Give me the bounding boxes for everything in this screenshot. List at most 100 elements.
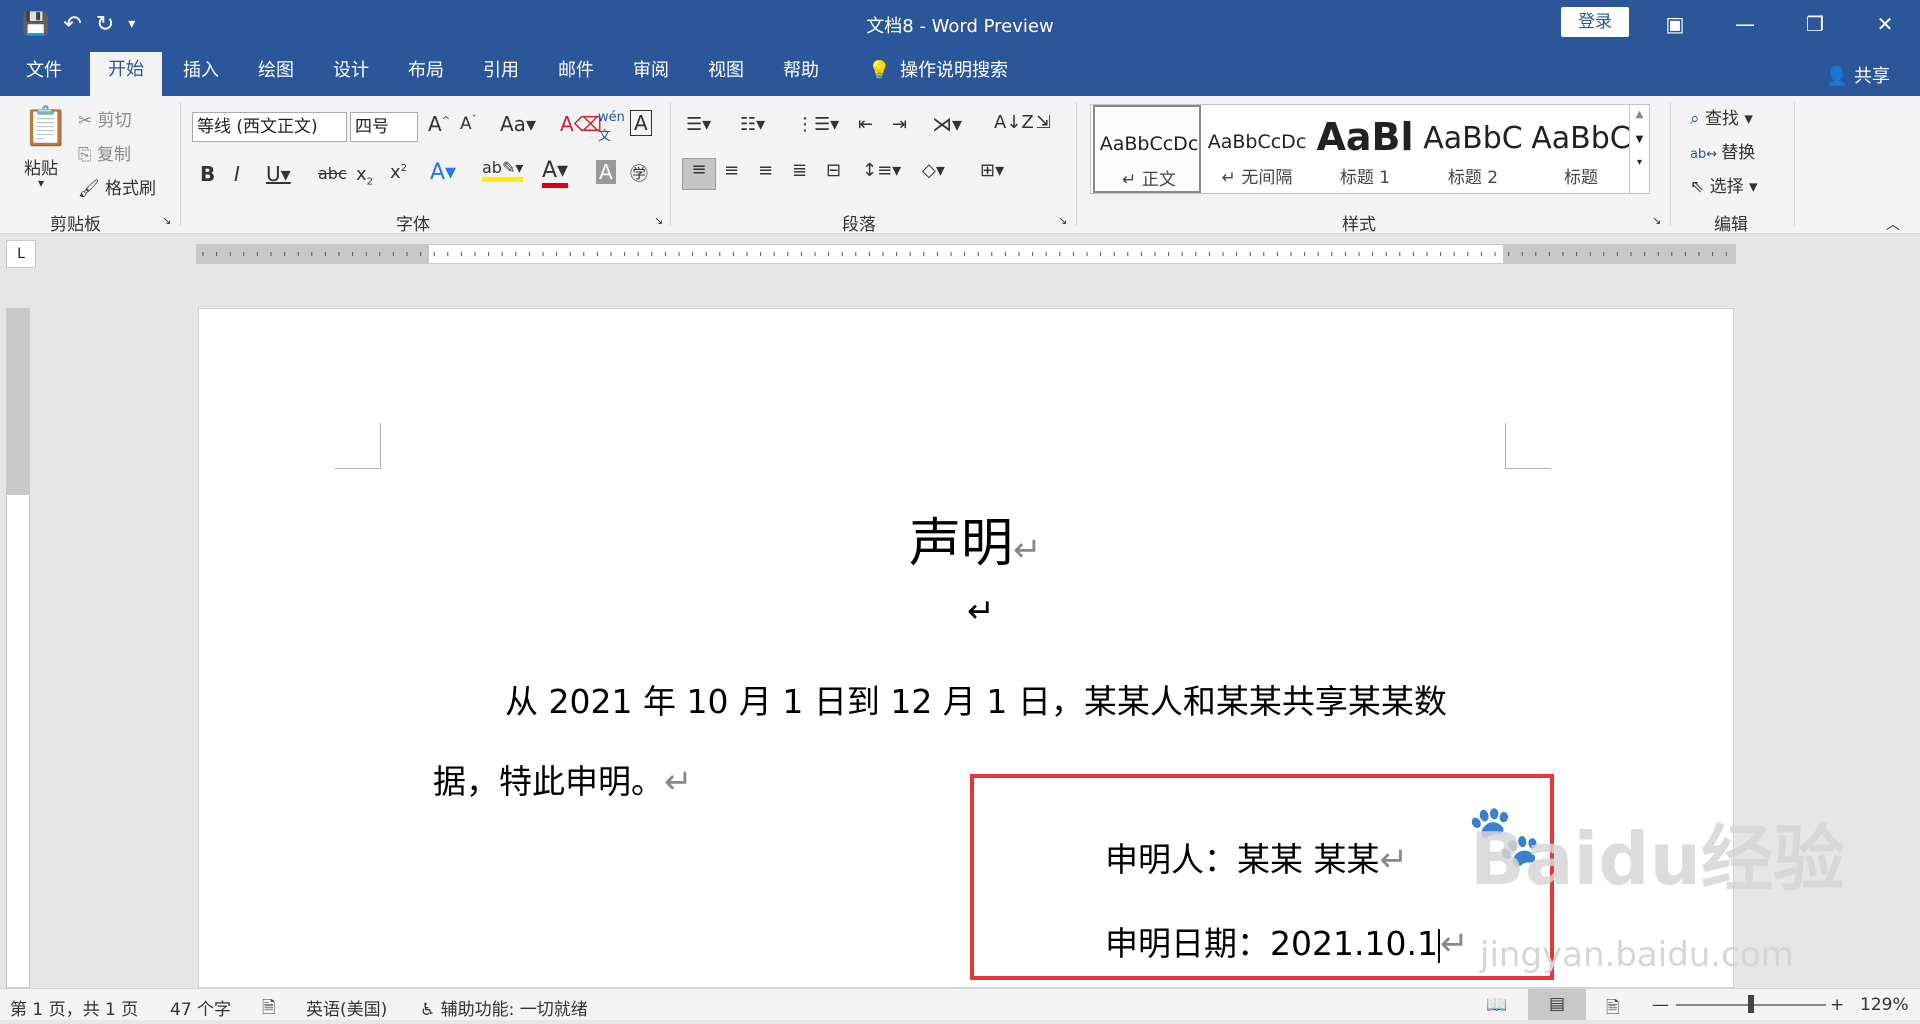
- show-marks-icon[interactable]: ⇲: [1036, 112, 1051, 133]
- window-title: 文档8 - Word Preview: [866, 16, 1054, 37]
- person-icon: 👤: [1825, 66, 1854, 87]
- tab-references[interactable]: 引用: [475, 58, 527, 96]
- underline-icon[interactable]: U▾: [266, 162, 291, 186]
- align-right-icon[interactable]: ≡: [758, 160, 773, 181]
- tab-selector[interactable]: L: [6, 240, 36, 268]
- tab-draw[interactable]: 绘图: [250, 58, 302, 96]
- tab-view[interactable]: 视图: [700, 58, 752, 96]
- cut-button[interactable]: ✂ 剪切: [78, 106, 132, 131]
- chinese-layout-icon[interactable]: ⋊▾: [932, 112, 962, 136]
- shading-icon[interactable]: ◇▾: [922, 160, 945, 181]
- tab-mailings[interactable]: 邮件: [550, 58, 602, 96]
- change-case-icon[interactable]: Aa▾: [500, 112, 536, 136]
- tab-file[interactable]: 文件: [18, 58, 70, 96]
- paragraph-group-label: 段落: [842, 215, 876, 235]
- status-bar: 第 1 页，共 1 页 47 个字 🗎 英语(美国) ♿ 辅助功能: 一切就绪 …: [0, 988, 1920, 1020]
- align-center-icon[interactable]: ≡: [724, 160, 739, 181]
- read-mode-icon[interactable]: 📖: [1486, 995, 1507, 1015]
- language-indicator[interactable]: 英语(美国): [306, 995, 387, 1020]
- find-button[interactable]: ⌕ 查找 ▾: [1690, 104, 1753, 129]
- style-normal[interactable]: AaBbCcDc ↵ 正文: [1093, 105, 1201, 193]
- zoom-out-icon[interactable]: —: [1652, 995, 1669, 1015]
- copy-button[interactable]: ⎘ 复制: [78, 140, 131, 165]
- paste-icon[interactable]: 📋: [22, 104, 69, 149]
- ribbon-display-icon[interactable]: ▣: [1640, 0, 1710, 48]
- increase-indent-icon[interactable]: ⇥: [892, 114, 907, 135]
- login-button[interactable]: 登录: [1561, 7, 1629, 37]
- tab-help[interactable]: 帮助: [775, 58, 827, 96]
- justify-icon[interactable]: ≣: [792, 160, 807, 181]
- minimize-icon[interactable]: —: [1710, 0, 1780, 48]
- restore-icon[interactable]: ❐: [1780, 0, 1850, 48]
- tab-home[interactable]: 开始: [90, 52, 162, 96]
- distributed-icon[interactable]: ⊟: [826, 160, 841, 181]
- share-button[interactable]: 👤 共享: [1826, 62, 1890, 88]
- decrease-indent-icon[interactable]: ⇤: [858, 114, 873, 135]
- borders-icon[interactable]: ⊞▾: [980, 160, 1004, 181]
- grow-font-icon[interactable]: A^: [428, 112, 450, 136]
- paste-dropdown-icon[interactable]: ▾: [38, 176, 44, 190]
- gallery-up-icon[interactable]: ▲: [1630, 109, 1649, 120]
- multilevel-list-icon[interactable]: ⋮☰▾: [796, 114, 839, 135]
- horizontal-ruler[interactable]: [196, 244, 1736, 264]
- share-label: 共享: [1854, 66, 1890, 87]
- font-size-select[interactable]: 四号: [350, 112, 418, 142]
- numbering-icon[interactable]: ☷▾: [740, 114, 765, 135]
- italic-icon[interactable]: I: [234, 162, 240, 186]
- style-heading-2[interactable]: AaBbC 标题 2: [1419, 105, 1527, 193]
- zoom-slider-thumb[interactable]: [1748, 995, 1754, 1013]
- gallery-down-icon[interactable]: ▼: [1630, 134, 1649, 145]
- gallery-more-icon[interactable]: ▾: [1630, 157, 1649, 168]
- character-shading-icon[interactable]: A: [596, 160, 616, 184]
- tab-insert[interactable]: 插入: [175, 58, 227, 96]
- sort-icon[interactable]: A↓Z: [994, 112, 1034, 133]
- bold-icon[interactable]: B: [200, 162, 215, 186]
- zoom-in-icon[interactable]: +: [1830, 995, 1844, 1015]
- body-line-1[interactable]: 从 2021 年 10 月 1 日到 12 月 1 日，某某人和某某共享某某数: [505, 675, 1447, 723]
- text-effects-icon[interactable]: A▾: [430, 160, 456, 185]
- accessibility-status[interactable]: ♿ 辅助功能: 一切就绪: [420, 995, 588, 1020]
- enclose-characters-icon[interactable]: ㊫: [630, 160, 648, 186]
- shrink-font-icon[interactable]: Aˇ: [460, 114, 477, 134]
- clear-formatting-icon[interactable]: A⌫: [560, 112, 602, 136]
- clipboard-launcher-icon[interactable]: ↘: [162, 214, 171, 227]
- page-count[interactable]: 第 1 页，共 1 页: [10, 995, 138, 1020]
- collapse-ribbon-icon[interactable]: ︿: [1886, 214, 1900, 234]
- font-name-select[interactable]: 等线 (西文正文): [192, 112, 347, 142]
- styles-launcher-icon[interactable]: ↘: [1652, 214, 1661, 227]
- tell-me-search[interactable]: 操作说明搜索: [892, 58, 1016, 96]
- zoom-level[interactable]: 129%: [1860, 995, 1909, 1015]
- strikethrough-icon[interactable]: abc: [318, 164, 347, 183]
- word-count[interactable]: 47 个字: [170, 995, 231, 1020]
- phonetic-guide-icon[interactable]: wén 文: [598, 110, 625, 144]
- styles-gallery: AaBbCcDc ↵ 正文 AaBbCcDc ↵ 无间隔 AaBl 标题 1 A…: [1090, 104, 1650, 194]
- style-title[interactable]: AaBbC 标题: [1527, 105, 1635, 193]
- superscript-icon[interactable]: x2: [390, 162, 407, 183]
- highlight-color-icon[interactable]: ab✎▾: [482, 158, 524, 182]
- style-no-spacing[interactable]: AaBbCcDc ↵ 无间隔: [1203, 105, 1311, 193]
- empty-paragraph-mark[interactable]: ↵: [967, 591, 995, 630]
- replace-button[interactable]: ab↔ 替换: [1690, 138, 1755, 163]
- font-color-icon[interactable]: A▾: [542, 158, 569, 188]
- line-spacing-icon[interactable]: ↕≡▾: [862, 160, 901, 181]
- document-title[interactable]: 声明↵: [909, 501, 1042, 576]
- tab-design[interactable]: 设计: [325, 58, 377, 96]
- character-border-icon[interactable]: A: [630, 110, 652, 136]
- vertical-ruler[interactable]: [6, 308, 30, 988]
- subscript-icon[interactable]: x2: [356, 164, 373, 188]
- paragraph-launcher-icon[interactable]: ↘: [1058, 214, 1067, 227]
- print-layout-icon[interactable]: ▤: [1528, 989, 1586, 1020]
- align-left-icon[interactable]: ≡: [682, 158, 716, 190]
- body-line-2[interactable]: 据，特此申明。↵: [433, 755, 693, 803]
- replace-icon: ab↔: [1690, 147, 1722, 162]
- close-icon[interactable]: ✕: [1850, 0, 1920, 48]
- format-painter-button[interactable]: 🖌 格式刷: [78, 174, 156, 199]
- style-heading-1[interactable]: AaBl 标题 1: [1311, 105, 1419, 193]
- font-launcher-icon[interactable]: ↘: [654, 214, 663, 227]
- bullets-icon[interactable]: ☰▾: [686, 114, 711, 135]
- select-button[interactable]: ⇖ 选择 ▾: [1690, 172, 1758, 197]
- gallery-scroll[interactable]: ▲ ▼ ▾: [1629, 105, 1649, 193]
- clipboard-group-label: 剪贴板: [50, 215, 101, 235]
- tab-layout[interactable]: 布局: [400, 58, 452, 96]
- tab-review[interactable]: 审阅: [625, 58, 677, 96]
